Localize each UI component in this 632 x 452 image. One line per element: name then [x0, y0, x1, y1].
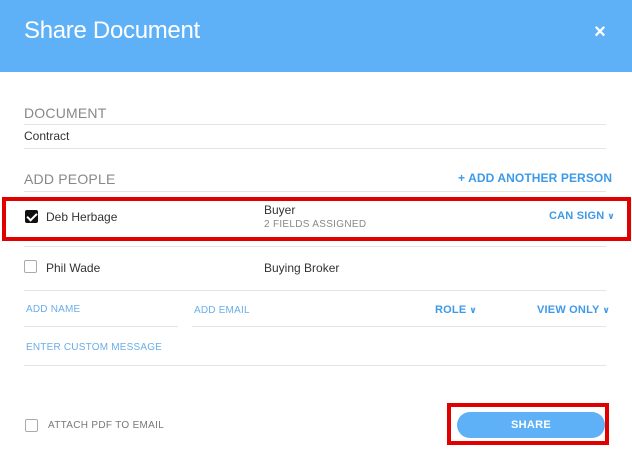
input-underline [192, 326, 606, 327]
chevron-down-icon: ∨ [469, 305, 477, 315]
person-checkbox[interactable] [24, 260, 37, 273]
person-name: Phil Wade [46, 261, 101, 275]
attach-pdf-label: ATTACH PDF TO EMAIL [48, 420, 165, 431]
highlight-box [2, 197, 631, 241]
add-another-person-link[interactable]: + ADD ANOTHER PERSON [458, 171, 612, 185]
share-button[interactable]: SHARE [457, 412, 605, 438]
add-email-input[interactable]: ADD EMAIL [194, 305, 250, 316]
attach-pdf-checkbox[interactable] [25, 419, 38, 432]
chevron-down-icon: ∨ [602, 305, 611, 315]
input-underline [24, 326, 178, 327]
custom-message-input[interactable]: ENTER CUSTOM MESSAGE [26, 342, 162, 353]
add-people-label: ADD PEOPLE [24, 171, 116, 187]
role-dropdown[interactable]: ROLE ∨ [435, 304, 477, 316]
add-name-input[interactable]: ADD NAME [26, 304, 80, 315]
dialog-header: Share Document × [0, 0, 632, 72]
permission-dropdown[interactable]: VIEW ONLY ∨ [537, 304, 610, 316]
dialog-title: Share Document [24, 17, 200, 44]
role-dropdown-label: ROLE [435, 304, 467, 316]
divider [24, 191, 606, 192]
divider [24, 246, 606, 247]
divider [24, 124, 606, 125]
permission-label: VIEW ONLY [537, 304, 600, 316]
document-section-label: DOCUMENT [24, 105, 107, 121]
input-underline [24, 365, 606, 366]
person-role: Buying Broker [264, 261, 340, 275]
document-name: Contract [24, 129, 70, 143]
divider [24, 290, 606, 291]
close-icon[interactable]: × [590, 20, 610, 44]
divider [24, 148, 606, 149]
